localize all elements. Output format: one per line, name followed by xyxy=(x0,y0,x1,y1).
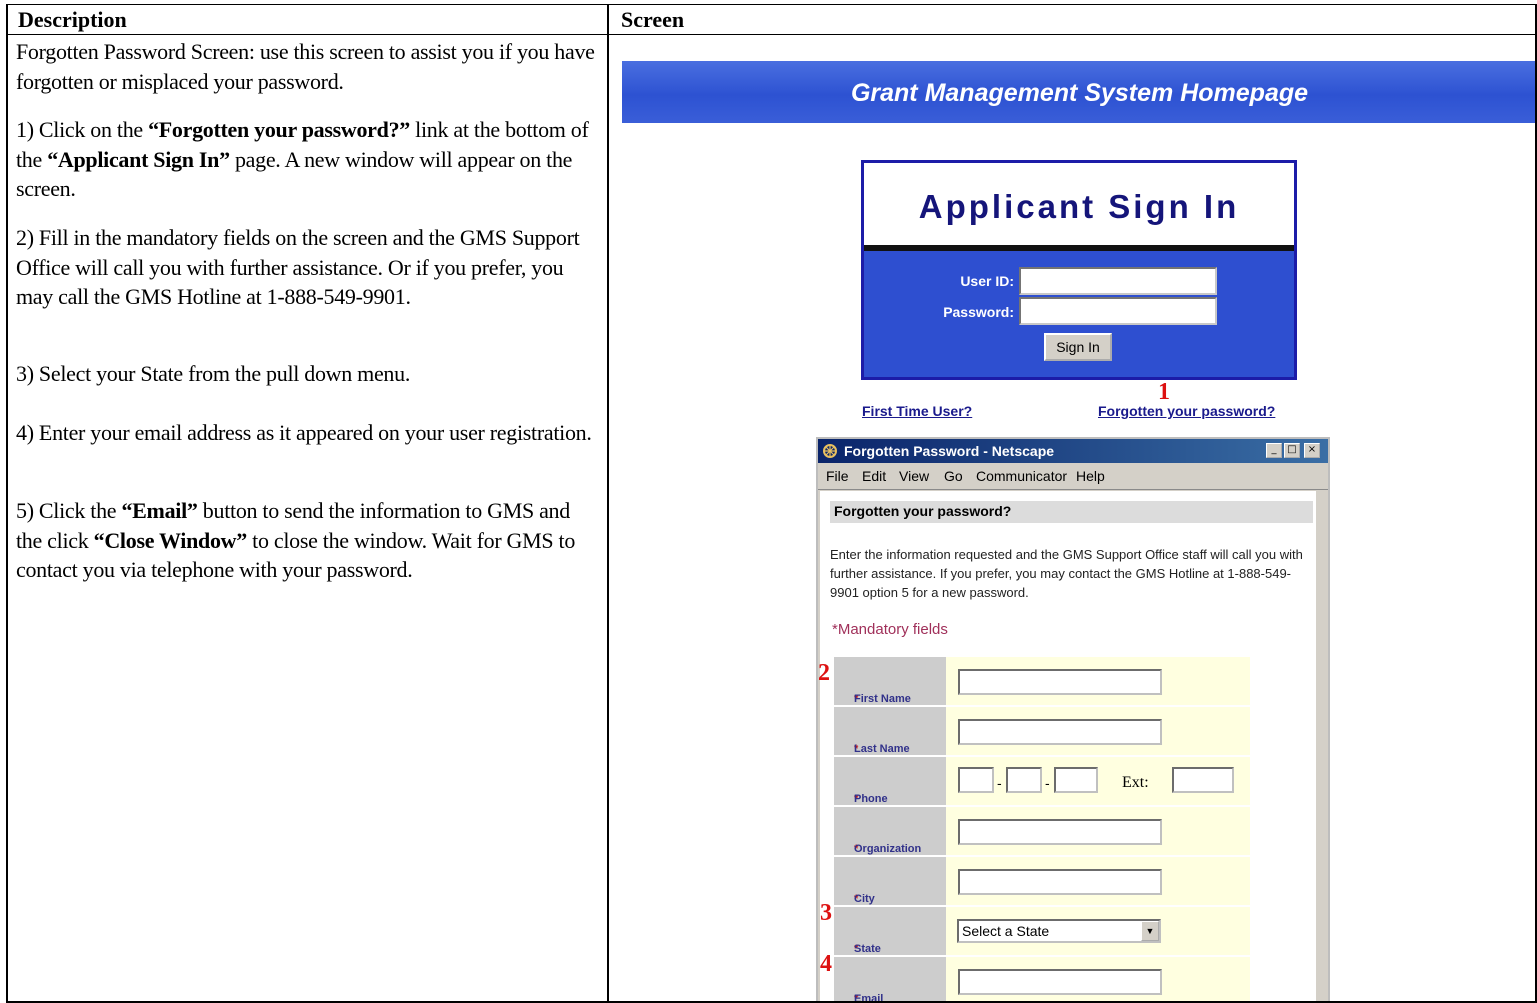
forgot-password-link[interactable]: Forgotten your password? xyxy=(1098,403,1275,419)
step5-close-name: “Close Window” xyxy=(93,527,248,553)
form-row-first-name: * First Name xyxy=(834,657,1250,707)
user-id-input[interactable] xyxy=(1019,267,1217,295)
last-name-input[interactable] xyxy=(958,719,1162,745)
phone-line-input[interactable] xyxy=(1054,767,1098,793)
email-input[interactable] xyxy=(958,969,1162,995)
minimize-icon[interactable]: _ xyxy=(1266,443,1282,458)
phone-ext-input[interactable] xyxy=(1172,767,1234,793)
desc-step-4: 4) Enter your email address as it appear… xyxy=(16,420,592,445)
dropdown-arrow-icon[interactable]: ▼ xyxy=(1141,921,1159,941)
forgotten-password-window: Forgotten Password - Netscape _ □ × File… xyxy=(816,437,1330,1003)
state-label-text: State xyxy=(854,943,881,955)
first-name-cell xyxy=(946,657,1250,707)
close-icon[interactable]: × xyxy=(1304,443,1320,458)
form-row-organization: * Organization xyxy=(834,807,1250,857)
phone-prefix-input[interactable] xyxy=(1006,767,1042,793)
organization-cell xyxy=(946,807,1250,857)
phone-cell: - - Ext: xyxy=(946,757,1250,807)
password-input[interactable] xyxy=(1019,297,1217,325)
ext-label: Ext: xyxy=(1122,774,1149,791)
last-name-cell xyxy=(946,707,1250,757)
first-name-label: * First Name xyxy=(834,657,946,707)
menu-go[interactable]: Go xyxy=(944,468,963,484)
organization-label: * Organization xyxy=(834,807,946,857)
first-name-input[interactable] xyxy=(958,669,1162,695)
form-row-last-name: * Last Name xyxy=(834,707,1250,757)
netscape-logo-icon xyxy=(823,444,837,458)
column-divider xyxy=(607,4,609,1003)
phone-dash-1: - xyxy=(997,775,1002,791)
window-titlebar[interactable]: Forgotten Password - Netscape _ □ × xyxy=(818,439,1328,463)
banner-title: Grant Management System Homepage xyxy=(850,79,1309,107)
section-title: Forgotten your password? xyxy=(834,503,1012,519)
callout-marker-3: 3 xyxy=(820,900,832,926)
menu-help[interactable]: Help xyxy=(1076,468,1105,484)
gms-banner: Grant Management System Homepage xyxy=(622,61,1537,123)
menu-bar: File Edit View Go Communicator Help xyxy=(818,463,1328,490)
state-label: * State xyxy=(834,907,946,957)
signin-title: Applicant Sign In xyxy=(918,188,1240,225)
email-label: * Email xyxy=(834,957,946,1001)
mandatory-note: *Mandatory fields xyxy=(832,621,948,638)
window-content: Forgotten your password? Enter the infor… xyxy=(820,491,1316,1001)
desc-step-5: 5) Click the “Email” button to send the … xyxy=(16,496,600,585)
step1-page-name: “Applicant Sign In” xyxy=(47,146,230,172)
header-divider xyxy=(6,34,1537,35)
organization-label-text: Organization xyxy=(854,843,922,855)
password-request-form: * First Name * Last Name * Phone - - Ext… xyxy=(834,657,1250,1001)
sign-in-button[interactable]: Sign In xyxy=(1044,333,1112,361)
screen-header: Screen xyxy=(621,7,685,32)
intro-text: Enter the information requested and the … xyxy=(830,547,1303,600)
password-label: Password: xyxy=(943,304,1014,320)
step1-link-name: “Forgotten your password?” xyxy=(148,117,410,142)
organization-input[interactable] xyxy=(958,819,1162,845)
state-select-value: Select a State xyxy=(962,923,1050,939)
maximize-icon[interactable]: □ xyxy=(1284,443,1300,458)
callout-marker-1: 1 xyxy=(1158,379,1170,405)
menu-file[interactable]: File xyxy=(826,468,849,484)
phone-area-input[interactable] xyxy=(958,767,994,793)
step5-prefix: 5) Click the xyxy=(16,498,122,523)
menu-view[interactable]: View xyxy=(899,468,929,484)
phone-label-text: Phone xyxy=(854,793,888,805)
email-cell xyxy=(946,957,1250,1001)
state-select[interactable]: Select a State ▼ xyxy=(957,919,1161,943)
desc-step-1: 1) Click on the “Forgotten your password… xyxy=(16,115,600,204)
desc-step-3: 3) Select your State from the pull down … xyxy=(16,361,411,386)
phone-dash-2: - xyxy=(1045,775,1050,791)
signin-panel: Applicant Sign In User ID: Password: Sig… xyxy=(861,160,1297,380)
first-time-user-link[interactable]: First Time User? xyxy=(862,403,972,419)
description-header: Description xyxy=(18,7,127,32)
desc-step-2: 2) Fill in the mandatory fields on the s… xyxy=(16,225,580,309)
callout-marker-2: 2 xyxy=(818,660,830,686)
phone-label: * Phone xyxy=(834,757,946,807)
window-title: Forgotten Password - Netscape xyxy=(844,443,1055,459)
form-row-city: * City xyxy=(834,857,1250,907)
step1-prefix: 1) Click on the xyxy=(16,117,149,142)
menu-edit[interactable]: Edit xyxy=(862,468,886,484)
city-input[interactable] xyxy=(958,869,1162,895)
city-label-text: City xyxy=(854,893,875,905)
desc-intro: Forgotten Password Screen: use this scre… xyxy=(16,39,595,94)
last-name-label-text: Last Name xyxy=(854,743,910,755)
city-cell xyxy=(946,857,1250,907)
form-row-phone: * Phone - - Ext: xyxy=(834,757,1250,807)
form-row-email: * Email xyxy=(834,957,1250,1001)
state-cell: Select a State ▼ xyxy=(946,907,1250,957)
first-name-label-text: First Name xyxy=(854,693,911,705)
form-row-state: * State Select a State ▼ xyxy=(834,907,1250,957)
callout-marker-4: 4 xyxy=(820,951,832,977)
signin-form: User ID: Password: Sign In xyxy=(864,251,1294,377)
user-id-label: User ID: xyxy=(960,273,1014,289)
section-header: Forgotten your password? xyxy=(830,501,1313,523)
step5-email-name: “Email” xyxy=(121,498,198,523)
last-name-label: * Last Name xyxy=(834,707,946,757)
menu-communicator[interactable]: Communicator xyxy=(976,468,1067,484)
city-label: * City xyxy=(834,857,946,907)
